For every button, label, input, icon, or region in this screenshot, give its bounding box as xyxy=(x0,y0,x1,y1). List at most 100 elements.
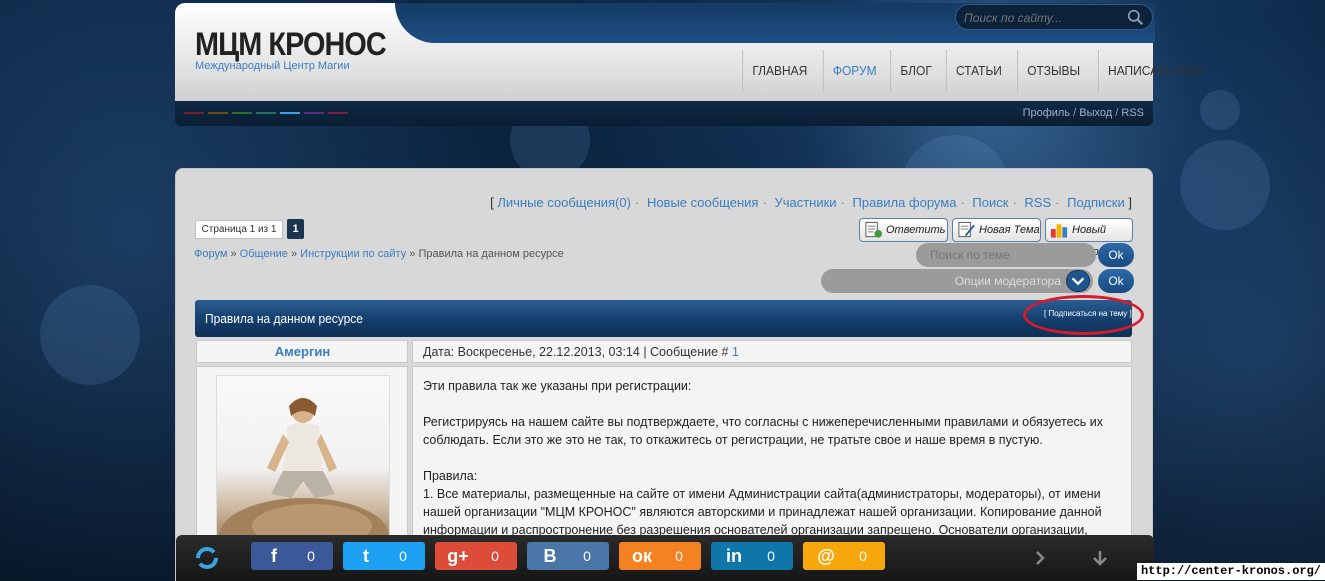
accent-dash xyxy=(208,112,228,114)
avatar-photo xyxy=(219,398,389,544)
forum-rules-link[interactable]: Правила форума xyxy=(853,195,957,210)
highlight-annotation xyxy=(1023,295,1144,335)
bokeh-decoration xyxy=(1180,140,1270,230)
post-paragraph: Регистрируясь на нашем сайте вы подтверж… xyxy=(423,415,1103,447)
separator: · xyxy=(762,195,767,210)
user-links: Профиль / Выход / RSS xyxy=(1023,107,1144,119)
arrow-down-icon[interactable] xyxy=(1091,549,1109,567)
post-author-name[interactable]: Амергин xyxy=(197,341,408,363)
linkedin-icon: in xyxy=(726,546,742,566)
new-topic-icon xyxy=(958,221,975,238)
accent-dash xyxy=(328,112,348,114)
nav-contact[interactable]: НАПИСАТЬ НАМ xyxy=(1097,50,1211,92)
reply-label: Ответить xyxy=(886,224,946,236)
twitter-icon: t xyxy=(363,546,369,566)
separator: · xyxy=(960,195,965,210)
moderator-options-label: Опции модератора xyxy=(954,274,1061,288)
share-count: 0 xyxy=(675,548,683,564)
breadcrumb-general[interactable]: Общение xyxy=(240,248,288,260)
breadcrumb-separator: » xyxy=(409,248,416,260)
moderator-ok-button[interactable]: Ok xyxy=(1098,269,1134,293)
accent-dash xyxy=(184,112,204,114)
private-messages-link[interactable]: Личные сообщения(0) xyxy=(497,195,631,210)
accent-dash xyxy=(256,112,276,114)
share-twitter-button[interactable]: t0 xyxy=(343,542,425,570)
vkontakte-icon: B xyxy=(543,546,557,566)
accent-dash xyxy=(304,112,324,114)
post-paragraph: Эти правила так же указаны при регистрац… xyxy=(423,379,692,393)
url-caption: http://center-kronos.org/ xyxy=(1136,563,1325,580)
post-rules-heading: Правила: xyxy=(423,469,478,483)
post-paragraph: 1. Все материалы, размещенные на сайте о… xyxy=(423,487,1102,537)
share-odnoklassniki-button[interactable]: ок 0 xyxy=(619,542,701,570)
share-count: 0 xyxy=(767,548,775,564)
moderator-options-select[interactable]: Опции модератора xyxy=(821,269,1093,293)
share-count: 0 xyxy=(491,548,499,564)
nav-home[interactable]: ГЛАВНАЯ xyxy=(742,50,816,92)
chevron-right-icon[interactable] xyxy=(1031,549,1049,567)
bokeh-decoration xyxy=(1200,90,1240,130)
breadcrumb-current: Правила на данном ресурсе xyxy=(418,248,564,260)
breadcrumb-forum[interactable]: Форум xyxy=(194,248,227,260)
mail-icon: @ xyxy=(817,546,835,566)
share-count: 0 xyxy=(307,548,315,564)
separator: · xyxy=(634,195,640,210)
accent-dash xyxy=(280,112,300,114)
share-linkedin-button[interactable]: in 0 xyxy=(711,542,793,570)
nav-reviews[interactable]: ОТЗЫВЫ xyxy=(1017,50,1089,92)
topic-search-ok-button[interactable]: Ok xyxy=(1098,243,1134,267)
search-icon[interactable] xyxy=(1127,9,1144,26)
members-link[interactable]: Участники xyxy=(774,195,836,210)
new-topic-button[interactable]: Новая Тема xyxy=(952,218,1041,242)
share-mail-button[interactable]: @0 xyxy=(803,542,885,570)
forum-rss-link[interactable]: RSS xyxy=(1024,195,1051,210)
breadcrumb-instructions[interactable]: Инструкции по сайту xyxy=(300,248,406,260)
new-messages-link[interactable]: Новые сообщения xyxy=(647,195,759,210)
nav-forum[interactable]: ФОРУМ xyxy=(822,50,885,92)
forum-search-link[interactable]: Поиск xyxy=(972,195,1008,210)
facebook-icon: f xyxy=(271,546,277,566)
poll-chart-icon xyxy=(1050,224,1068,238)
share-facebook-button[interactable]: f0 xyxy=(251,542,333,570)
reply-button[interactable]: Ответить xyxy=(859,218,948,242)
user-links-separator: / xyxy=(1115,107,1119,119)
share-count: 0 xyxy=(399,548,407,564)
share-count: 0 xyxy=(859,548,867,564)
subscriptions-link[interactable]: Подписки xyxy=(1067,195,1125,210)
site-logo-title[interactable]: МЦМ КРОНОС xyxy=(195,26,387,63)
odnoklassniki-icon: ок xyxy=(631,546,652,566)
pager-page-1[interactable]: 1 xyxy=(287,219,304,239)
chevron-down-icon xyxy=(1071,277,1085,286)
color-accent-dashes xyxy=(184,112,348,114)
bokeh-decoration xyxy=(40,285,140,385)
moderator-dropdown-toggle[interactable] xyxy=(1066,270,1090,292)
separator: · xyxy=(840,195,845,210)
rss-link[interactable]: RSS xyxy=(1121,107,1144,119)
share-service-icon[interactable] xyxy=(194,545,220,571)
share-google-plus-button[interactable]: g+ 0 xyxy=(435,542,517,570)
nav-articles[interactable]: СТАТЬИ xyxy=(946,50,1011,92)
bracket: [ xyxy=(490,195,494,210)
bracket: ] xyxy=(1128,195,1132,210)
site-logo-subtitle: Международный Центр Магии xyxy=(195,60,350,72)
nav-blog[interactable]: БЛОГ xyxy=(890,50,941,92)
new-poll-button[interactable]: Новый Опрос xyxy=(1045,218,1133,258)
profile-link[interactable]: Профиль xyxy=(1023,107,1071,119)
post-body: Эти правила так же указаны при регистрац… xyxy=(423,377,1123,539)
breadcrumb-separator: » xyxy=(290,248,298,260)
separator: · xyxy=(1055,195,1060,210)
site-search-input[interactable] xyxy=(964,9,1124,27)
new-topic-label: Новая Тема xyxy=(979,224,1040,236)
logout-link[interactable]: Выход xyxy=(1079,107,1112,119)
user-links-separator: / xyxy=(1073,107,1077,119)
thread-title: Правила на данном ресурсе xyxy=(205,311,363,326)
share-count: 0 xyxy=(583,548,591,564)
user-avatar xyxy=(216,375,390,545)
post-number-link[interactable]: 1 xyxy=(732,345,739,359)
topic-search-input[interactable] xyxy=(916,243,1096,267)
share-vkontakte-button[interactable]: B0 xyxy=(527,542,609,570)
breadcrumb-separator: » xyxy=(230,248,237,260)
reply-icon xyxy=(865,221,883,238)
breadcrumb: Форум » Общение » Инструкции по сайту » … xyxy=(194,248,564,260)
forum-top-links: [ Личные сообщения(0) · Новые сообщения · … xyxy=(490,195,1132,210)
